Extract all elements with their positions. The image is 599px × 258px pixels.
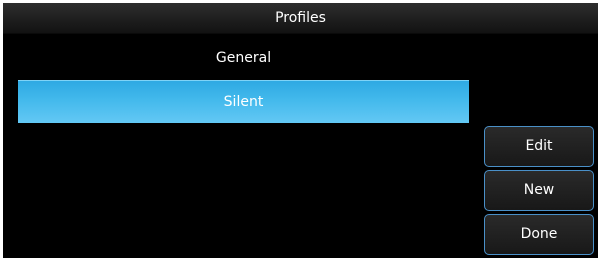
- profiles-screen: Profiles General Silent Edit New Done: [3, 3, 598, 258]
- profile-item-label: Silent: [223, 94, 264, 110]
- new-button[interactable]: New: [484, 170, 594, 211]
- profile-item-silent[interactable]: Silent: [18, 80, 469, 123]
- page-title: Profiles: [275, 10, 326, 26]
- action-buttons: Edit New Done: [484, 126, 594, 258]
- profile-item-label: General: [215, 50, 272, 66]
- done-button-label: Done: [520, 226, 558, 242]
- profile-list: General Silent: [18, 37, 469, 123]
- edit-button-label: Edit: [525, 138, 553, 154]
- profile-item-general[interactable]: General: [18, 37, 469, 80]
- edit-button[interactable]: Edit: [484, 126, 594, 167]
- title-bar: Profiles: [3, 3, 598, 34]
- new-button-label: New: [523, 182, 555, 198]
- done-button[interactable]: Done: [484, 214, 594, 255]
